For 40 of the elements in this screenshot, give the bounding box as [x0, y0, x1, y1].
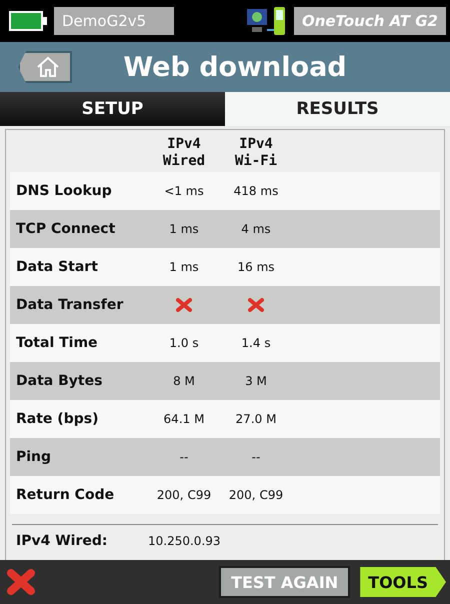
row-label: Data Bytes: [15, 373, 104, 389]
table-cell-text: 16 ms: [236, 260, 276, 274]
home-button[interactable]: [18, 51, 72, 83]
battery-icon: [8, 10, 48, 32]
row-label: Total Time: [15, 335, 99, 351]
network-connection-icon: [246, 6, 288, 36]
address-value: 10.250.0.93: [148, 534, 221, 548]
row-label: Return Code: [15, 487, 116, 503]
fail-icon: [176, 298, 192, 312]
table-cell-text: 8 M: [172, 374, 196, 388]
table-cell-text: 200, C99: [156, 488, 212, 502]
table-cell-text: 1.4 s: [240, 336, 272, 350]
table-cell-text: --: [250, 450, 262, 464]
tab[interactable]: RESULTS: [225, 92, 450, 126]
fail-icon: [6, 568, 36, 596]
tab[interactable]: SETUP: [0, 92, 225, 126]
row-label: Data Transfer: [15, 297, 124, 313]
row-label: DNS Lookup: [15, 183, 113, 199]
table-cell-text: 1 ms: [168, 222, 200, 236]
table-cell-text: 3 M: [244, 374, 268, 388]
table-cell-text: --: [178, 450, 190, 464]
home-icon: [36, 56, 60, 78]
row-label: Data Start: [15, 259, 99, 275]
fail-icon: [248, 298, 264, 312]
table-cell-text: 1 ms: [168, 260, 200, 274]
tools-button[interactable]: TOOLS: [360, 567, 446, 597]
row-label: Rate (bps): [15, 411, 100, 427]
table-cell-text: 200, C99: [228, 488, 284, 502]
column-header: IPv4 Wired: [162, 136, 206, 170]
screen-title: Web download: [122, 52, 348, 82]
table-cell-text: 64.1 M: [162, 412, 206, 426]
column-header: IPv4 Wi-Fi: [234, 136, 278, 170]
table-cell-text: <1 ms: [163, 184, 205, 198]
table-cell-text: 1.0 s: [168, 336, 200, 350]
address-label: IPv4 Wired:: [15, 533, 108, 549]
row-label: Ping: [15, 449, 52, 465]
table-cell-text: 27.0 M: [234, 412, 278, 426]
row-label: TCP Connect: [15, 221, 116, 237]
table-cell-text: 4 ms: [240, 222, 272, 236]
table-cell-text: 418 ms: [232, 184, 280, 198]
